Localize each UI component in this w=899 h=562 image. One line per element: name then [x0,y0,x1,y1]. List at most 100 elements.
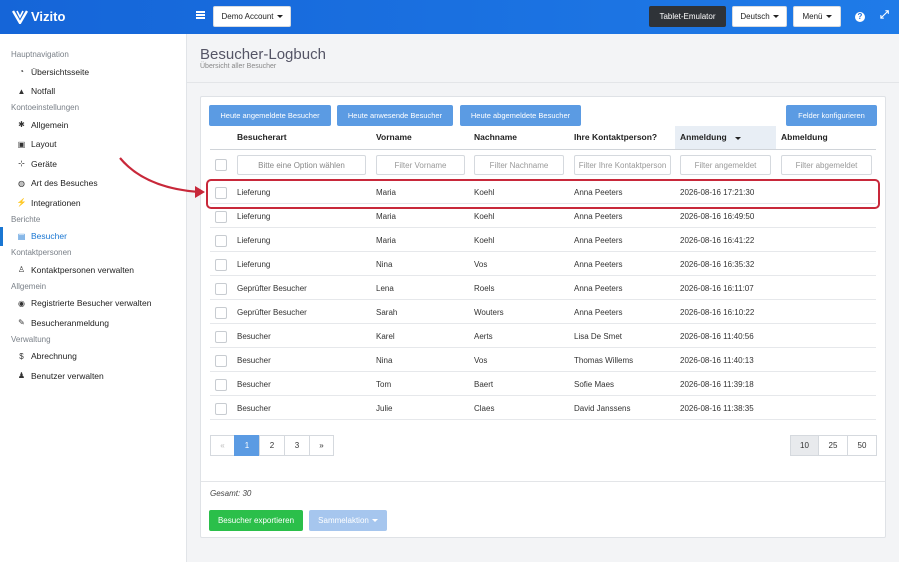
dashboard-icon: ◔ [19,67,24,77]
table-cell: Nina [376,356,393,365]
sidebar-section-title: Kontaktpersonen [11,248,72,257]
sidebar-section-title: Kontoeinstellungen [11,103,80,112]
top-bar: Vizito Demo Account Tablet-Emulator Deut… [0,0,899,34]
table-cell: 2026-08-16 16:11:07 [680,284,754,293]
row-checkbox[interactable] [215,283,227,295]
column-header-besucherart[interactable]: Besucherart [237,132,287,142]
total-count: Gesamt: 30 [210,489,252,498]
sidebar-item-notfall[interactable]: ▲ Notfall [0,82,186,102]
footer-divider [201,481,885,482]
sidebar-item-label: Registrierte Besucher verwalten [31,298,152,309]
table-cell: Lena [376,284,394,293]
row-divider [210,371,876,372]
language-dropdown[interactable]: Deutsch [732,6,787,27]
row-checkbox[interactable] [215,355,227,367]
sidebar-item-registrierte-besucher-verwalten[interactable]: ◉ Registrierte Besucher verwalten [0,294,186,314]
table-cell: Lieferung [237,212,271,221]
sidebar-section-title: Hauptnavigation [11,50,69,59]
row-divider [210,347,876,348]
filter-anmeldung-input[interactable]: Filter angemeldet [680,155,771,175]
column-header-vorname[interactable]: Vorname [376,132,412,142]
sidebar-item-besucher[interactable]: ▤ Besucher [0,226,186,246]
warning-icon: ▲ [17,86,26,96]
sidebar-item-label: Layout [31,139,57,150]
filter-vorname-input[interactable]: Filter Vorname [376,155,465,175]
question-icon[interactable]: ? [855,12,865,22]
table-cell: Lieferung [237,236,271,245]
sidebar-item-label: Benutzer verwalten [31,370,104,381]
sidebar-item-label: Notfall [31,86,56,97]
table-cell: Vos [474,260,488,269]
row-checkbox[interactable] [215,331,227,343]
sidebar-item-label: Allgemein [31,119,69,130]
row-divider [210,323,876,324]
table-header-divider [210,149,876,150]
filter-besucherart-select[interactable]: Bitte eine Option wählen [237,155,366,175]
today-present-button[interactable]: Heute anwesende Besucher [337,105,453,126]
row-checkbox[interactable] [215,307,227,319]
bulk-action-dropdown[interactable]: Sammelaktion [309,510,387,531]
account-dropdown[interactable]: Demo Account [213,6,291,27]
page-size-10[interactable]: 10 [790,435,819,456]
table-cell: Sofie Maes [574,380,615,389]
configure-fields-button[interactable]: Felder konfigurieren [786,105,877,126]
page-size-50[interactable]: 50 [847,435,877,456]
export-visitors-button[interactable]: Besucher exportieren [209,510,303,531]
sidebar-item-abrechnung[interactable]: $ Abrechnung [0,347,186,367]
row-highlight-annotation [206,179,880,209]
dollar-icon: $ [19,351,24,361]
row-checkbox[interactable] [215,259,227,271]
table-cell: Wouters [474,308,504,317]
menu-dropdown[interactable]: Menü [793,6,841,27]
column-header-anmeldung[interactable]: Anmeldung [680,132,742,142]
column-header-abmeldung[interactable]: Abmeldung [781,132,828,142]
table-cell: 2026-08-16 11:40:13 [680,356,754,365]
sidebar-item-allgemein[interactable]: ✱ Allgemein [0,115,186,135]
table-cell: Vos [474,356,488,365]
pagination-page-2[interactable]: 2 [259,435,285,456]
filter-kontaktperson-input[interactable]: Filter Ihre Kontaktperson [574,155,671,175]
brand-logo[interactable]: Vizito [12,9,65,24]
sidebar-item-benutzer-verwalten[interactable]: ♟ Benutzer verwalten [0,366,186,386]
select-all-checkbox[interactable] [215,159,227,171]
user-circle-icon: ◉ [18,298,25,308]
table-cell: 2026-08-16 11:39:18 [680,380,754,389]
table-cell: 2026-08-16 16:41:22 [680,236,755,245]
filter-nachname-input[interactable]: Filter Nachname [474,155,564,175]
row-checkbox[interactable] [215,211,227,223]
pagination-prev[interactable]: « [210,435,235,456]
table-cell: Nina [376,260,393,269]
column-header-anmeldung-label: Anmeldung [680,132,727,142]
pagination-next[interactable]: » [309,435,334,456]
users-icon: ◍ [18,178,25,188]
table-cell: 2026-08-16 11:38:35 [680,404,754,413]
tablet-emulator-button[interactable]: Tablet-Emulator [649,6,726,27]
pagination-page-3[interactable]: 3 [284,435,310,456]
bulk-action-label: Sammelaktion [318,516,369,525]
pagination-page-1[interactable]: 1 [234,435,260,456]
table-cell: 2026-08-16 16:35:32 [680,260,755,269]
table-cell: Maria [376,236,397,245]
sidebar-section-title: Verwaltung [11,334,51,344]
table-cell: 2026-08-16 16:10:22 [680,308,755,317]
expand-icon[interactable]: ⤢ [880,9,889,22]
chevron-down-icon [276,15,283,18]
sidebar-item-besucheranmeldung[interactable]: ✎ Besucheranmeldung [0,313,186,333]
sidebar-item-kontaktpersonen-verwalten[interactable]: ♙ Kontaktpersonen verwalten [0,260,186,280]
brand-name: Vizito [31,9,66,24]
column-header-nachname[interactable]: Nachname [474,132,517,142]
sidebar-item-label: Geräte [31,158,57,169]
filter-abmeldung-input[interactable]: Filter abgemeldet [781,155,872,175]
page-size-25[interactable]: 25 [818,435,848,456]
today-deregistered-button[interactable]: Heute abgemeldete Besucher [460,105,581,126]
sidebar-item-übersichtsseite[interactable]: ◔ Übersichtsseite [0,62,186,82]
table-cell: Aerts [474,332,493,341]
hamburger-menu-icon[interactable] [196,11,205,19]
user-tie-icon: ♙ [17,265,26,275]
today-registered-button[interactable]: Heute angemeldete Besucher [209,105,331,126]
row-checkbox[interactable] [215,379,227,391]
row-checkbox[interactable] [215,235,227,247]
row-divider [210,275,876,276]
row-checkbox[interactable] [215,403,227,415]
column-header-kontaktperson[interactable]: Ihre Kontaktperson? [574,132,657,142]
